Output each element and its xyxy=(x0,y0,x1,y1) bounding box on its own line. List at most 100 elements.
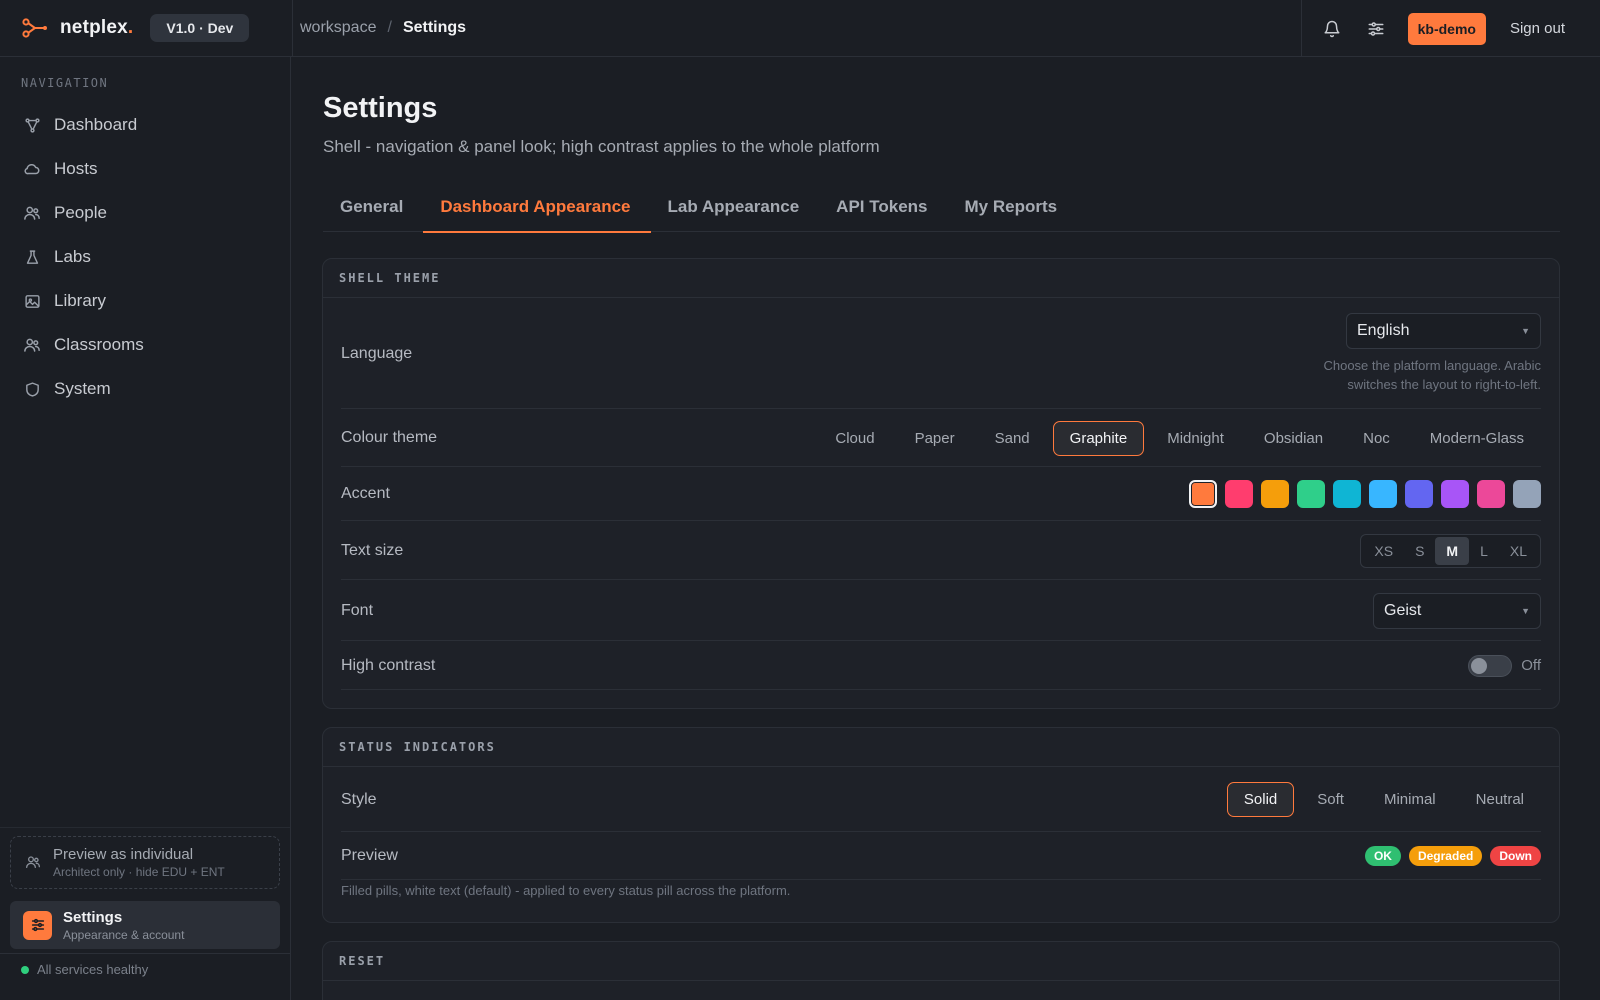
flask-icon xyxy=(22,247,42,267)
panel-heading: STATUS INDICATORS xyxy=(323,728,1559,767)
language-select[interactable]: English ▼ xyxy=(1346,313,1541,349)
language-row: Language English ▼ Choose the platform l… xyxy=(341,299,1541,409)
accent-swatch[interactable] xyxy=(1513,480,1541,508)
tab-api-tokens[interactable]: API Tokens xyxy=(819,191,947,232)
settings-tabs: General Dashboard Appearance Lab Appeara… xyxy=(323,191,1560,233)
dashboard-icon xyxy=(22,115,42,135)
tab-general[interactable]: General xyxy=(323,191,423,232)
accent-swatch[interactable] xyxy=(1297,480,1325,508)
settings-account-card[interactable]: Settings Appearance & account xyxy=(10,901,280,949)
sidebar-item-dashboard[interactable]: Dashboard xyxy=(22,110,137,140)
accent-row: Accent xyxy=(341,468,1541,521)
classroom-icon xyxy=(22,335,42,355)
theme-option-midnight[interactable]: Midnight xyxy=(1150,421,1241,456)
toggle-knob xyxy=(1471,657,1488,674)
text-size-segmented: XS S M L XL xyxy=(1360,533,1541,568)
tab-lab-appearance[interactable]: Lab Appearance xyxy=(651,191,820,232)
accent-label: Accent xyxy=(341,485,390,502)
theme-option-cloud[interactable]: Cloud xyxy=(818,421,891,456)
theme-option-noc[interactable]: Noc xyxy=(1346,421,1407,456)
services-status-text: All services healthy xyxy=(37,962,149,977)
chevron-down-icon: ▼ xyxy=(1521,326,1530,336)
text-size-s[interactable]: S xyxy=(1404,537,1435,565)
theme-option-sand[interactable]: Sand xyxy=(978,421,1047,456)
text-size-l[interactable]: L xyxy=(1469,537,1499,565)
status-style-neutral[interactable]: Neutral xyxy=(1459,782,1541,817)
people-icon xyxy=(22,203,42,223)
accent-swatch[interactable] xyxy=(1189,480,1217,508)
status-pill: Degraded xyxy=(1408,846,1483,866)
panel-heading: RESET xyxy=(323,942,1559,981)
accent-swatch[interactable] xyxy=(1477,480,1505,508)
user-badge[interactable]: kb-demo xyxy=(1407,12,1486,45)
preview-title: Preview as individual xyxy=(53,846,194,863)
shield-icon xyxy=(22,379,42,399)
theme-option-paper[interactable]: Paper xyxy=(898,421,972,456)
accent-swatch[interactable] xyxy=(1333,480,1361,508)
version-badge[interactable]: V1.0 · Dev xyxy=(150,14,250,42)
sidebar-item-label: Hosts xyxy=(54,159,98,178)
sliders-icon xyxy=(23,910,52,940)
accent-swatch[interactable] xyxy=(1441,480,1469,508)
sidebar-item-people[interactable]: People xyxy=(22,198,107,228)
brand-name[interactable]: netplex. xyxy=(60,17,133,39)
breadcrumb-current: Settings xyxy=(402,19,467,36)
services-status: All services healthy xyxy=(21,962,148,977)
theme-option-obsidian[interactable]: Obsidian xyxy=(1247,421,1340,456)
brand: netplex. V1.0 · Dev xyxy=(0,0,293,57)
status-pill: Down xyxy=(1490,846,1541,866)
top-bar: netplex. V1.0 · Dev workspace / Settings… xyxy=(0,0,1600,57)
reset-panel: RESET xyxy=(322,941,1560,1000)
status-style-row: Style Solid Soft Minimal Neutral xyxy=(341,768,1541,832)
font-select-value: Geist xyxy=(1384,601,1422,619)
sidebar-item-label: Classrooms xyxy=(54,335,144,354)
language-label: Language xyxy=(341,344,413,362)
sliders-icon[interactable] xyxy=(1364,17,1388,41)
language-helper: Choose the platform language. Arabic swi… xyxy=(1323,356,1541,394)
colour-theme-row: Colour theme Cloud Paper Sand Graphite M… xyxy=(341,410,1541,467)
chevron-down-icon: ▼ xyxy=(1521,605,1530,616)
high-contrast-row: High contrast Off xyxy=(341,642,1541,690)
status-preview-label: Preview xyxy=(341,847,398,864)
bell-icon[interactable] xyxy=(1320,17,1344,41)
high-contrast-toggle[interactable] xyxy=(1468,654,1513,677)
status-dot-icon xyxy=(21,965,29,974)
accent-swatch[interactable] xyxy=(1369,480,1397,508)
text-size-xl[interactable]: XL xyxy=(1499,537,1538,565)
status-style-solid[interactable]: Solid xyxy=(1226,782,1295,817)
netplex-logo-icon[interactable] xyxy=(22,18,48,38)
sidebar-item-hosts[interactable]: Hosts xyxy=(22,154,97,184)
language-control: English ▼ Choose the platform language. … xyxy=(1323,313,1541,394)
text-size-m[interactable]: M xyxy=(1435,536,1470,565)
sidebar-item-label: Labs xyxy=(54,247,91,266)
sidebar-item-classrooms[interactable]: Classrooms xyxy=(22,330,144,360)
status-indicators-panel: STATUS INDICATORS Style Solid Soft Minim… xyxy=(322,727,1560,923)
theme-option-modern-glass[interactable]: Modern-Glass xyxy=(1413,421,1541,456)
sidebar-item-labs[interactable]: Labs xyxy=(22,242,91,272)
sidebar-item-system[interactable]: System xyxy=(22,374,111,404)
sidebar-item-library[interactable]: Library xyxy=(22,286,106,316)
status-style-soft[interactable]: Soft xyxy=(1300,782,1361,817)
language-select-value: English xyxy=(1357,322,1410,339)
image-icon xyxy=(22,291,42,311)
text-size-control: XS S M L XL xyxy=(1360,533,1541,568)
font-select[interactable]: Geist ▼ xyxy=(1373,592,1541,629)
tab-dashboard-appearance[interactable]: Dashboard Appearance xyxy=(423,191,651,233)
breadcrumb-workspace[interactable]: workspace xyxy=(300,19,376,37)
status-style-label: Style xyxy=(341,790,377,808)
status-preview-row: Preview OK Degraded Down xyxy=(341,833,1541,880)
tab-my-reports[interactable]: My Reports xyxy=(948,191,1078,232)
status-footnote: Filled pills, white text (default) - app… xyxy=(341,883,791,898)
accent-swatches xyxy=(1181,480,1541,508)
breadcrumb: workspace / Settings xyxy=(300,19,466,37)
sign-out-button[interactable]: Sign out xyxy=(1510,20,1565,37)
status-style-minimal[interactable]: Minimal xyxy=(1367,782,1453,817)
panel-heading: SHELL THEME xyxy=(323,259,1559,298)
preview-as-individual-button[interactable]: Preview as individual Architect only · h… xyxy=(10,836,280,889)
status-style-options: Solid Soft Minimal Neutral xyxy=(1221,782,1541,817)
theme-option-graphite[interactable]: Graphite xyxy=(1052,420,1145,456)
accent-swatch[interactable] xyxy=(1261,480,1289,508)
accent-swatch[interactable] xyxy=(1225,480,1253,508)
accent-swatch[interactable] xyxy=(1405,480,1433,508)
text-size-xs[interactable]: XS xyxy=(1363,537,1404,565)
